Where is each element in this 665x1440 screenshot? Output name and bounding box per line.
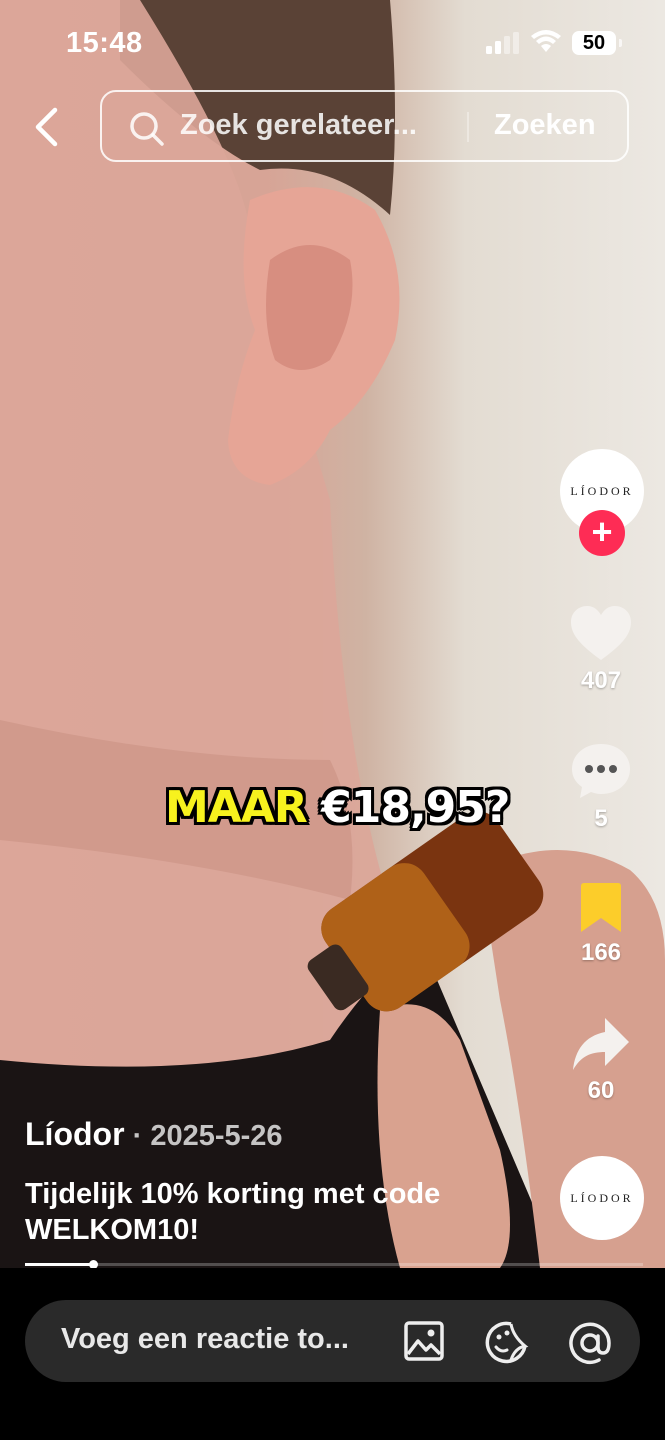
post-author-line: Líodor · 2025-5-26 bbox=[25, 1116, 283, 1153]
status-bar: 15:48 50 bbox=[0, 0, 665, 88]
like-count: 407 bbox=[580, 667, 622, 694]
bookmark-icon bbox=[581, 883, 621, 932]
battery-indicator: 50 bbox=[572, 31, 622, 55]
search-bar[interactable]: Zoek gerelateer... Zoeken bbox=[100, 90, 629, 162]
emoji-icon[interactable] bbox=[485, 1320, 529, 1364]
follow-button[interactable]: + bbox=[579, 510, 625, 556]
like-button[interactable]: 407 bbox=[558, 604, 644, 695]
progress-fill bbox=[25, 1263, 93, 1266]
save-button[interactable]: 166 bbox=[558, 882, 644, 967]
share-button[interactable]: 60 bbox=[558, 1016, 644, 1105]
caption-price: €18,95? bbox=[321, 782, 510, 833]
caption-highlight: MAAR bbox=[165, 782, 308, 833]
author-separator: · bbox=[124, 1120, 151, 1152]
heart-icon bbox=[571, 606, 631, 660]
back-icon[interactable] bbox=[28, 106, 68, 148]
search-divider bbox=[467, 112, 469, 142]
video-caption: MAAR €18,95? bbox=[165, 782, 510, 833]
share-count: 60 bbox=[587, 1077, 615, 1104]
post-date: 2025-5-26 bbox=[150, 1120, 283, 1152]
music-disc[interactable]: LÍODOR bbox=[560, 1156, 644, 1240]
comment-input[interactable]: Voeg een reactie to... bbox=[61, 1323, 349, 1356]
save-count: 166 bbox=[580, 939, 622, 966]
mention-icon[interactable] bbox=[567, 1320, 613, 1366]
comment-button[interactable]: 5 bbox=[558, 742, 644, 833]
status-time: 15:48 bbox=[66, 27, 143, 59]
wifi-icon bbox=[531, 30, 561, 52]
image-icon[interactable] bbox=[403, 1320, 445, 1362]
comment-icon bbox=[572, 744, 630, 798]
comment-bar[interactable]: Voeg een reactie to... bbox=[25, 1300, 640, 1382]
post-description[interactable]: Tijdelijk 10% korting met code WELKOM10! bbox=[25, 1176, 465, 1248]
share-icon bbox=[573, 1018, 629, 1070]
video-progress-bar[interactable] bbox=[25, 1260, 643, 1269]
search-button[interactable]: Zoeken bbox=[494, 109, 596, 142]
author-name[interactable]: Líodor bbox=[25, 1116, 125, 1152]
search-icon bbox=[130, 112, 164, 146]
signal-icon bbox=[486, 32, 519, 54]
comment-count: 5 bbox=[594, 805, 608, 832]
search-input[interactable]: Zoek gerelateer... bbox=[180, 109, 417, 142]
